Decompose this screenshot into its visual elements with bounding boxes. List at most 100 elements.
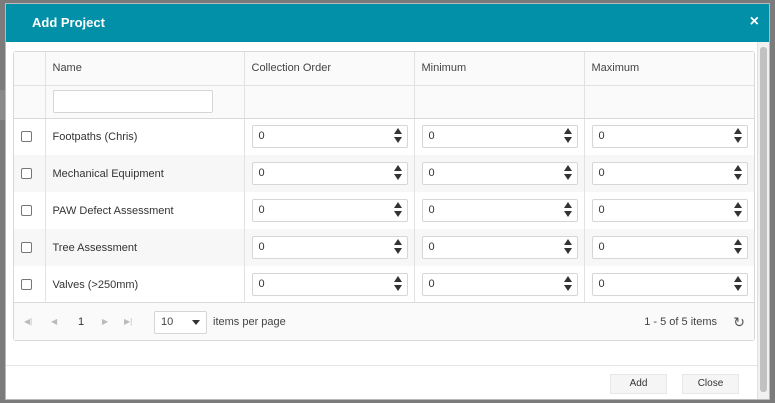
filter-cell-empty bbox=[414, 85, 585, 119]
spinner-icon[interactable] bbox=[563, 239, 572, 257]
row-checkbox[interactable] bbox=[21, 131, 32, 143]
column-header-minimum[interactable]: Minimum bbox=[414, 52, 585, 86]
column-header-maximum[interactable]: Maximum bbox=[584, 52, 754, 86]
spinner-icon[interactable] bbox=[733, 276, 742, 294]
pager-info: 1 - 5 of 5 items bbox=[644, 316, 717, 328]
previous-page-icon[interactable]: ◀ bbox=[51, 317, 57, 326]
collection-order-input[interactable]: 0 bbox=[251, 236, 408, 259]
table-row: Tree Assessment 0 0 0 bbox=[14, 229, 754, 266]
collection-order-input[interactable]: 0 bbox=[251, 125, 408, 149]
spinner-icon[interactable] bbox=[733, 202, 742, 220]
project-name: Footpaths (Chris) bbox=[45, 118, 245, 155]
collection-order-cell: 0 bbox=[244, 192, 415, 229]
spinner-icon[interactable] bbox=[563, 165, 572, 183]
minimum-value: 0 bbox=[428, 241, 435, 253]
minimum-cell: 0 bbox=[414, 118, 585, 155]
add-button[interactable]: Add bbox=[610, 374, 667, 394]
filter-cell-name bbox=[45, 85, 245, 119]
select-cell bbox=[14, 118, 46, 155]
minimum-input[interactable]: 0 bbox=[421, 162, 578, 185]
minimum-input[interactable]: 0 bbox=[421, 273, 578, 296]
first-page-icon[interactable]: ◀| bbox=[24, 317, 32, 326]
minimum-input[interactable]: 0 bbox=[421, 125, 578, 149]
maximum-cell: 0 bbox=[584, 118, 754, 155]
minimum-input[interactable]: 0 bbox=[421, 236, 578, 259]
collection-order-value: 0 bbox=[258, 278, 265, 290]
spinner-icon[interactable] bbox=[563, 202, 572, 220]
select-cell bbox=[14, 229, 46, 266]
project-name: Mechanical Equipment bbox=[45, 155, 245, 192]
table-row: PAW Defect Assessment 0 0 0 bbox=[14, 192, 754, 229]
next-page-icon[interactable]: ▶ bbox=[102, 317, 108, 326]
spinner-icon[interactable] bbox=[393, 202, 402, 220]
maximum-input[interactable]: 0 bbox=[591, 199, 748, 222]
row-checkbox[interactable] bbox=[21, 168, 32, 180]
collection-order-cell: 0 bbox=[244, 266, 415, 303]
spinner-icon[interactable] bbox=[733, 128, 742, 146]
maximum-value: 0 bbox=[598, 130, 605, 143]
spinner-icon[interactable] bbox=[733, 239, 742, 257]
row-checkbox[interactable] bbox=[21, 205, 32, 217]
scrollbar-thumb[interactable] bbox=[760, 47, 767, 392]
maximum-value: 0 bbox=[598, 241, 605, 253]
projects-table: Name Collection Order Minimum Maximum Fo bbox=[14, 52, 754, 303]
collection-order-value: 0 bbox=[258, 241, 265, 253]
current-page-number[interactable]: 1 bbox=[78, 316, 84, 328]
maximum-input[interactable]: 0 bbox=[591, 162, 748, 185]
page-size-value: 10 bbox=[161, 316, 174, 328]
select-cell bbox=[14, 155, 46, 192]
maximum-value: 0 bbox=[598, 204, 605, 216]
collection-order-input[interactable]: 0 bbox=[251, 162, 408, 185]
minimum-cell: 0 bbox=[414, 266, 585, 303]
minimum-value: 0 bbox=[428, 204, 435, 216]
project-name: PAW Defect Assessment bbox=[45, 192, 245, 229]
row-checkbox[interactable] bbox=[21, 279, 32, 291]
last-page-icon[interactable]: ▶| bbox=[124, 317, 132, 326]
dialog-titlebar: Add Project × bbox=[6, 4, 769, 42]
spinner-icon[interactable] bbox=[393, 276, 402, 294]
maximum-input[interactable]: 0 bbox=[591, 273, 748, 296]
chevron-down-icon bbox=[192, 320, 200, 325]
collection-order-input[interactable]: 0 bbox=[251, 199, 408, 222]
select-column-header bbox=[14, 52, 46, 86]
collection-order-input[interactable]: 0 bbox=[251, 273, 408, 296]
minimum-value: 0 bbox=[428, 278, 435, 290]
spinner-icon[interactable] bbox=[393, 165, 402, 183]
page-size-select[interactable]: 10 bbox=[154, 311, 207, 334]
column-header-collection-order[interactable]: Collection Order bbox=[244, 52, 415, 86]
spinner-icon[interactable] bbox=[563, 128, 572, 146]
items-per-page-label: items per page bbox=[213, 316, 286, 328]
minimum-cell: 0 bbox=[414, 192, 585, 229]
maximum-input[interactable]: 0 bbox=[591, 236, 748, 259]
add-project-dialog: Add Project × Name Collection Order Mini… bbox=[5, 3, 770, 400]
row-checkbox[interactable] bbox=[21, 242, 32, 254]
minimum-input[interactable]: 0 bbox=[421, 199, 578, 222]
collection-order-value: 0 bbox=[258, 130, 265, 143]
spinner-icon[interactable] bbox=[733, 165, 742, 183]
minimum-value: 0 bbox=[428, 167, 435, 179]
minimum-value: 0 bbox=[428, 130, 435, 143]
dialog-footer: Add Close bbox=[6, 365, 758, 399]
select-cell bbox=[14, 192, 46, 229]
table-row: Mechanical Equipment 0 0 0 bbox=[14, 155, 754, 192]
filter-cell-empty bbox=[584, 85, 754, 119]
filter-cell-empty bbox=[244, 85, 415, 119]
maximum-cell: 0 bbox=[584, 192, 754, 229]
spinner-icon[interactable] bbox=[393, 239, 402, 257]
maximum-cell: 0 bbox=[584, 266, 754, 303]
refresh-icon[interactable]: ↻ bbox=[733, 314, 745, 331]
projects-grid: Name Collection Order Minimum Maximum Fo bbox=[13, 51, 755, 341]
maximum-input[interactable]: 0 bbox=[591, 125, 748, 149]
spinner-icon[interactable] bbox=[563, 276, 572, 294]
filter-cell-empty bbox=[14, 85, 46, 119]
spinner-icon[interactable] bbox=[393, 128, 402, 146]
name-filter-input[interactable] bbox=[52, 90, 213, 113]
vertical-scrollbar[interactable] bbox=[757, 42, 769, 399]
minimum-cell: 0 bbox=[414, 155, 585, 192]
dialog-title: Add Project bbox=[32, 15, 105, 30]
column-header-name[interactable]: Name bbox=[45, 52, 245, 86]
close-button[interactable]: Close bbox=[682, 374, 739, 394]
minimum-cell: 0 bbox=[414, 229, 585, 266]
close-icon[interactable]: × bbox=[750, 13, 759, 31]
project-name: Valves (>250mm) bbox=[45, 266, 245, 303]
